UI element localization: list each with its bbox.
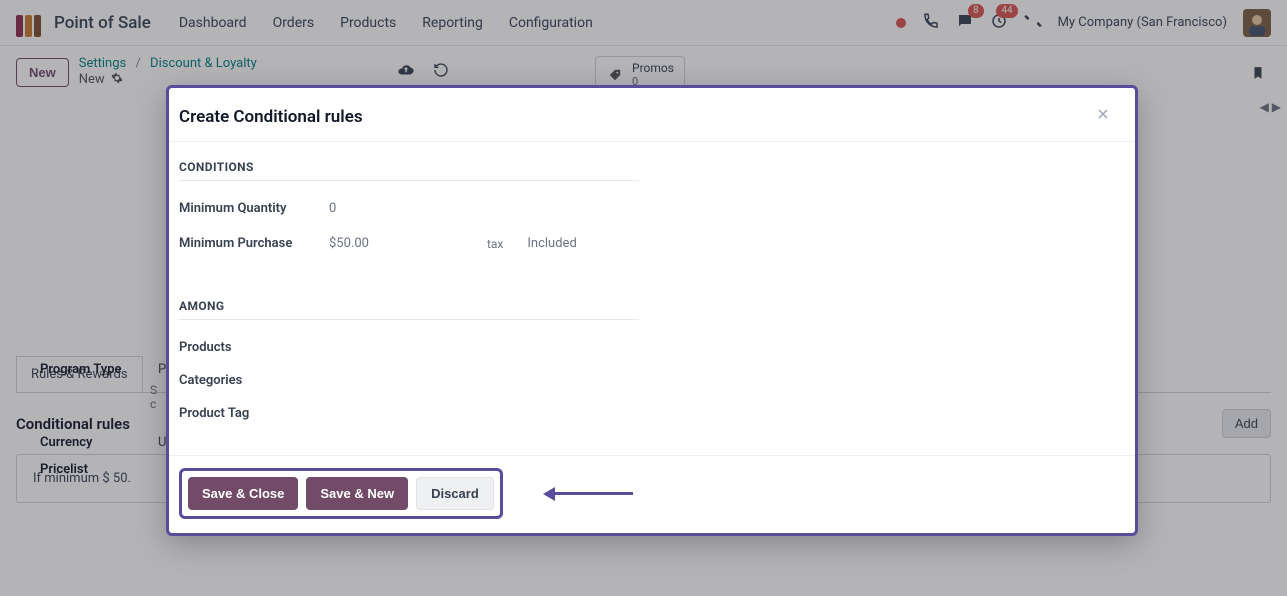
categories-label: Categories [179,373,309,388]
min-qty-label: Minimum Quantity [179,201,309,216]
close-icon[interactable] [1095,106,1111,127]
min-purchase-label: Minimum Purchase [179,236,309,251]
arrow-annotation [543,487,633,501]
min-purchase-value[interactable]: $50.00 [329,236,369,251]
tax-label: tax [487,237,503,251]
tax-value[interactable]: Included [527,236,576,251]
save-new-button[interactable]: Save & New [306,477,408,510]
min-qty-value[interactable]: 0 [329,201,336,216]
product-tag-label: Product Tag [179,406,309,421]
modal-title: Create Conditional rules [179,107,363,127]
products-label: Products [179,340,309,355]
among-heading: AMONG [179,299,639,320]
create-conditional-rules-modal: Create Conditional rules CONDITIONS Mini… [166,85,1138,536]
conditions-heading: CONDITIONS [179,160,639,181]
discard-button[interactable]: Discard [416,477,494,510]
save-close-button[interactable]: Save & Close [188,477,298,510]
footer-button-group: Save & Close Save & New Discard [179,468,503,519]
